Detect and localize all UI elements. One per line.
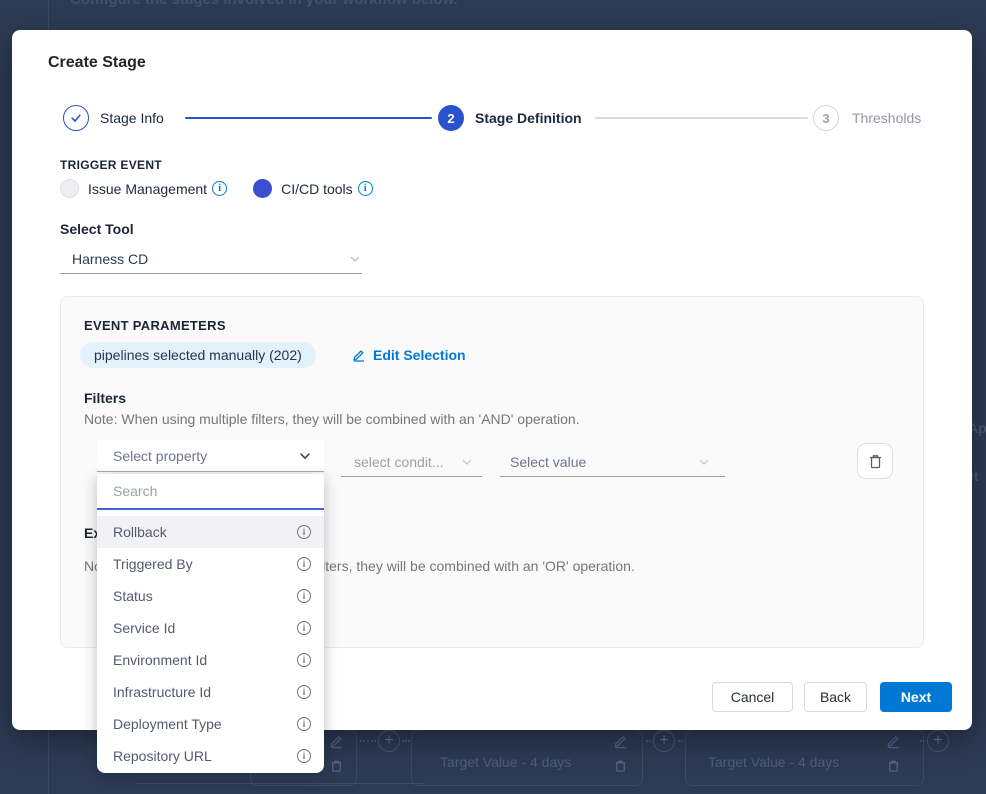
background-connector xyxy=(402,740,410,742)
info-icon[interactable] xyxy=(297,557,311,571)
back-button[interactable]: Back xyxy=(804,682,867,712)
add-stage-icon xyxy=(927,730,949,752)
step-label-stage-info[interactable]: Stage Info xyxy=(100,105,164,131)
trash-icon xyxy=(329,758,344,773)
add-stage-icon xyxy=(653,730,675,752)
dropdown-option-triggered-by[interactable]: Triggered By xyxy=(97,548,324,580)
step-label-thresholds[interactable]: Thresholds xyxy=(852,105,921,131)
event-parameters-heading: EVENT PARAMETERS xyxy=(84,318,226,333)
condition-select-placeholder: select condit... xyxy=(354,454,444,470)
value-select[interactable]: Select value xyxy=(500,447,725,477)
select-tool-label: Select Tool xyxy=(60,221,134,237)
stepper-connector xyxy=(595,117,808,119)
background-card: Target Value - 4 days xyxy=(685,729,924,786)
step-complete-icon[interactable] xyxy=(63,105,89,131)
dropdown-option-infrastructure-id[interactable]: Infrastructure Id xyxy=(97,676,324,708)
info-icon[interactable] xyxy=(297,525,311,539)
dropdown-option-service-id[interactable]: Service Id xyxy=(97,612,324,644)
info-icon[interactable] xyxy=(297,621,311,635)
radio-cicd-tools[interactable] xyxy=(253,179,272,198)
filters-heading: Filters xyxy=(84,390,126,406)
edit-icon xyxy=(613,734,628,749)
info-icon[interactable] xyxy=(297,653,311,667)
next-button[interactable]: Next xyxy=(880,682,952,712)
tool-select[interactable]: Harness CD xyxy=(60,244,362,274)
check-icon xyxy=(69,111,83,125)
search-input[interactable] xyxy=(97,483,324,499)
dropdown-option-status[interactable]: Status xyxy=(97,580,324,612)
chevron-down-icon xyxy=(298,449,312,463)
background-connector xyxy=(678,740,683,742)
dropdown-option-deployment-type[interactable]: Deployment Type xyxy=(97,708,324,740)
background-card: Target Value - 4 days xyxy=(411,729,643,786)
background-connector xyxy=(920,740,925,742)
radio-label[interactable]: CI/CD tools xyxy=(281,181,353,197)
radio-issue-management[interactable] xyxy=(60,179,79,198)
info-icon[interactable] xyxy=(358,181,373,196)
dropdown-options: Rollback Triggered By Status Service Id … xyxy=(97,510,324,772)
edit-selection-link[interactable]: Edit Selection xyxy=(352,342,466,368)
background-card-edge xyxy=(137,783,424,784)
step-number-active[interactable]: 2 xyxy=(438,105,464,131)
chevron-down-icon xyxy=(460,455,474,469)
trash-icon xyxy=(613,758,628,773)
trash-icon xyxy=(886,758,901,773)
trash-icon xyxy=(868,453,883,469)
dropdown-option-environment-id[interactable]: Environment Id xyxy=(97,644,324,676)
filters-note: Note: When using multiple filters, they … xyxy=(84,411,580,427)
step-label-stage-definition[interactable]: Stage Definition xyxy=(475,105,582,131)
trigger-event-options: Issue Management CI/CD tools xyxy=(60,179,373,198)
trigger-event-label: TRIGGER EVENT xyxy=(60,158,162,172)
value-select-placeholder: Select value xyxy=(510,454,586,470)
radio-label[interactable]: Issue Management xyxy=(88,181,207,197)
chevron-down-icon xyxy=(348,252,362,266)
edit-icon xyxy=(352,348,366,362)
dropdown-option-rollback[interactable]: Rollback xyxy=(97,516,324,548)
chevron-down-icon xyxy=(697,455,711,469)
dropdown-search xyxy=(97,474,324,510)
property-select-placeholder: Select property xyxy=(113,448,207,464)
step-number-upcoming[interactable]: 3 xyxy=(813,105,839,131)
property-dropdown: Rollback Triggered By Status Service Id … xyxy=(97,474,324,773)
property-select[interactable]: Select property xyxy=(97,440,324,472)
background-connector xyxy=(360,740,376,742)
dropdown-option-repository-url[interactable]: Repository URL xyxy=(97,740,324,772)
pipelines-selected-badge: pipelines selected manually (202) xyxy=(80,342,316,368)
info-icon[interactable] xyxy=(297,589,311,603)
info-icon[interactable] xyxy=(297,685,311,699)
background-divider xyxy=(48,0,49,30)
add-stage-icon xyxy=(378,730,400,752)
background-subtitle: Configure the stages involved in your wo… xyxy=(70,0,458,8)
delete-filter-button[interactable] xyxy=(857,443,893,479)
info-icon[interactable] xyxy=(212,181,227,196)
stepper-connector xyxy=(185,117,432,119)
edit-icon xyxy=(329,734,344,749)
cancel-button[interactable]: Cancel xyxy=(712,682,793,712)
info-icon[interactable] xyxy=(297,749,311,763)
edit-icon xyxy=(886,734,901,749)
background-connector xyxy=(646,740,651,742)
info-icon[interactable] xyxy=(297,717,311,731)
background-divider xyxy=(48,730,49,794)
condition-select[interactable]: select condit... xyxy=(341,447,482,477)
tool-select-value: Harness CD xyxy=(72,251,148,267)
modal-title: Create Stage xyxy=(48,54,146,72)
